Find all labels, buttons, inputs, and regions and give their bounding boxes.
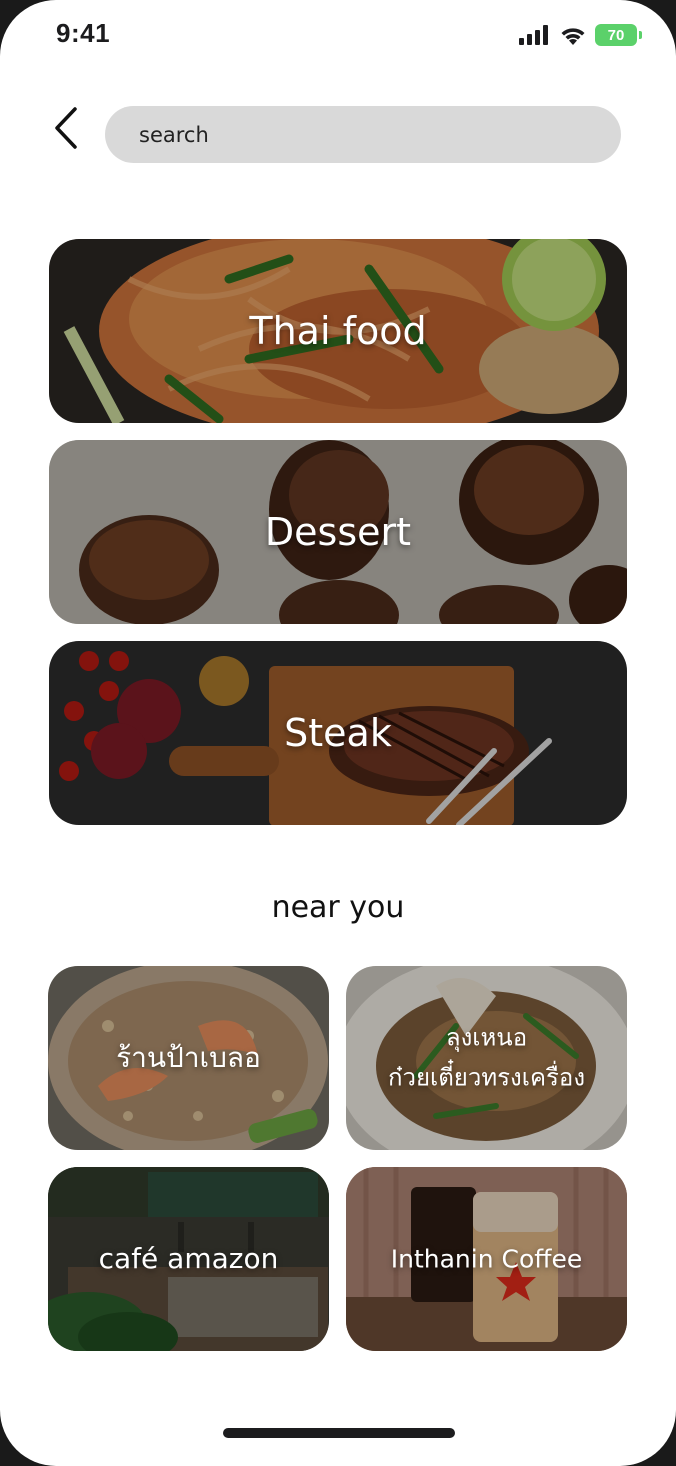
battery-indicator: 70 — [595, 24, 637, 46]
shop-label: Inthanin Coffee — [390, 1244, 583, 1274]
category-label: Steak — [284, 711, 392, 755]
status-time: 9:41 — [56, 18, 111, 48]
shop-label: café amazon — [98, 1241, 279, 1275]
category-card-dessert[interactable]: Dessert — [49, 440, 627, 624]
cellular-signal-icon — [519, 25, 548, 45]
shop-card-pa-blue[interactable]: ร้านป้าเบลอ — [48, 966, 329, 1150]
shop-label-line2: ก๋วยเตี๋ยวทรงเครื่อง — [387, 1063, 586, 1091]
home-indicator[interactable] — [223, 1428, 455, 1438]
shop-label: ลุงเหนอ ก๋วยเตี๋ยวทรงเครื่อง — [346, 1018, 627, 1097]
shop-card-inthanin-coffee[interactable]: Inthanin Coffee — [346, 1167, 627, 1351]
shop-card-lung-nuea[interactable]: ลุงเหนอ ก๋วยเตี๋ยวทรงเครื่อง — [346, 966, 627, 1150]
shop-label-line1: ลุงเหนอ — [445, 1023, 528, 1052]
phone-screen: 9:41 70 search Thai food Dessert Steak n… — [0, 0, 676, 1466]
category-label: Dessert — [264, 510, 412, 554]
shop-card-cafe-amazon[interactable]: café amazon — [48, 1167, 329, 1351]
wifi-icon — [561, 28, 585, 45]
category-label: Thai food — [249, 309, 427, 353]
status-icons: 70 — [519, 24, 642, 46]
search-input[interactable] — [105, 106, 621, 163]
battery-tip — [639, 31, 642, 39]
near-you-heading: near you — [271, 890, 405, 925]
chevron-left-icon — [55, 107, 77, 149]
shop-label: ร้านป้าเบลอ — [116, 1040, 261, 1074]
category-card-thai-food[interactable]: Thai food — [49, 239, 627, 423]
category-card-steak[interactable]: Steak — [49, 641, 627, 825]
search-bar[interactable] — [105, 106, 621, 163]
back-button[interactable] — [46, 104, 86, 152]
